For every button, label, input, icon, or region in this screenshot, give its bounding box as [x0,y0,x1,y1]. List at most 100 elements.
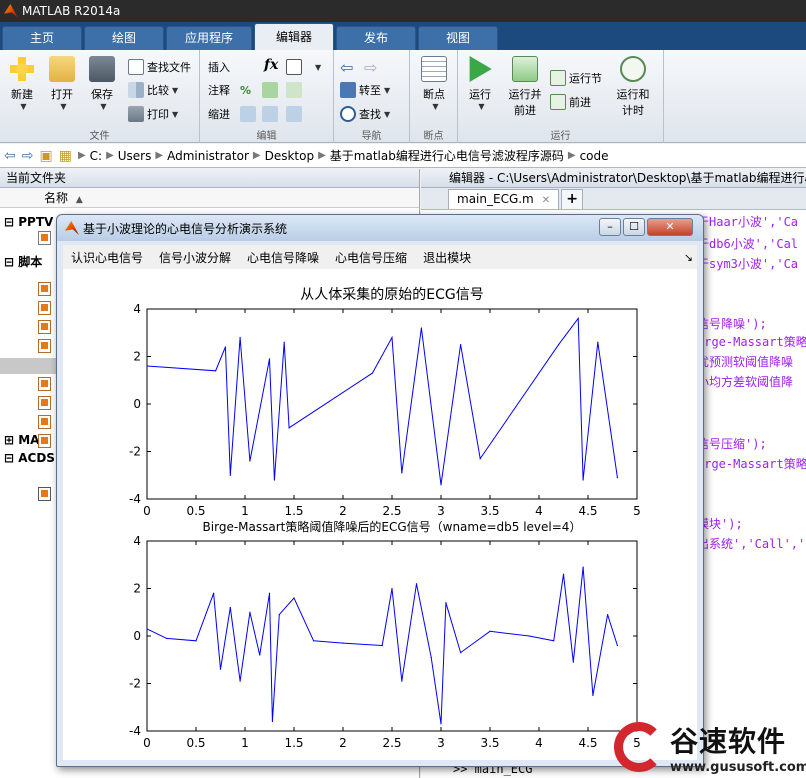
ecg-data-point [582,479,584,481]
run-button[interactable]: 运行 ▼ [460,56,500,111]
maximize-icon[interactable]: ☐ [623,218,645,236]
m-file-icon[interactable] [38,396,51,410]
save-button[interactable]: 保存 ▼ [82,56,122,111]
code-line[interactable]: 于sym3小波','Ca [697,255,798,272]
x-tick-label: 2 [339,504,347,518]
advance-button[interactable]: 前进 [550,92,591,112]
tab-editor[interactable]: 编辑器 [254,23,335,50]
back-arrow-icon[interactable]: ⇦ [4,148,16,164]
comment-button[interactable]: 注释 [208,80,230,100]
increase-indent-button[interactable] [286,104,305,124]
new-tab-plus-icon[interactable]: + [561,189,584,209]
tab-view[interactable]: 视图 [418,26,499,50]
ribbon-group-navigate: ⇦ ⇨ 转至 ▼ 查找 ▼ 导航 [334,50,410,143]
menu-denoise[interactable]: 心电信号降噪 [239,249,327,266]
breadcrumb-administrator[interactable]: Administrator [167,149,249,163]
group-label-run: 运行 [550,131,571,142]
x-tick-label: 1.5 [284,736,303,750]
m-file-icon[interactable] [38,434,51,448]
close-tab-icon[interactable]: ✕ [542,195,550,206]
tab-apps[interactable]: 应用程序 [166,26,253,50]
ribbon-group-edit: 插入 fx ▼ 注释 % 缩进 编辑 [200,50,334,143]
breakpoints-button[interactable]: 断点 ▼ [414,56,454,111]
print-button[interactable]: 打印 ▼ [128,104,178,124]
ecg-data-point [558,344,560,346]
toolbar-expand-icon[interactable]: ↘ [684,251,693,264]
menu-wavelet-decomp[interactable]: 信号小波分解 [151,249,239,266]
run-and-time-button[interactable]: 运行和 计时 [610,56,656,118]
comment-percent-button[interactable]: % [240,80,251,100]
up-folder-icon[interactable]: ▣ [39,148,52,164]
code-line[interactable]: 出系统','Call',' [697,535,805,552]
y-tick-label: 0 [133,397,141,411]
code-line[interactable]: 信号降噪'); [697,315,767,332]
indent-label: 缩进 [208,108,230,121]
menu-exit[interactable]: 退出模块 [415,249,479,266]
find-files-button[interactable]: 查找文件 [128,57,191,77]
y-tick-label: -2 [129,677,141,691]
function-icon [286,59,302,75]
fx-button[interactable]: fx [264,55,278,75]
run-advance-button[interactable]: 运行并 前进 [502,56,548,118]
open-button[interactable]: 打开 ▼ [42,56,82,111]
insert-function-button[interactable] [286,57,305,77]
compare-button[interactable]: 比较 ▼ [128,80,178,100]
code-line[interactable]: 小均方差软阈值降 [697,373,793,390]
run-section-button[interactable]: 运行节 [550,68,602,88]
uncomment-button[interactable] [286,80,305,100]
forward-nav-button[interactable]: ⇨ [364,57,377,77]
ecg-data-point [391,336,393,339]
png-file-icon[interactable] [38,487,51,501]
close-window-icon[interactable]: ✕ [647,218,693,236]
tab-publish[interactable]: 发布 [336,26,417,50]
wrap-icon [262,82,278,98]
forward-arrow-icon[interactable]: ⇨ [22,148,34,164]
code-line[interactable]: 信号压缩'); [697,435,767,452]
ecg-data-point [166,637,168,639]
breadcrumb-drive[interactable]: C: [90,149,102,163]
tab-plots[interactable]: 绘图 [84,26,164,50]
tab-home[interactable]: 主页 [2,26,82,50]
menu-compress[interactable]: 心电信号压缩 [327,249,415,266]
goto-button[interactable]: 转至 ▼ [340,80,390,100]
m-file-icon[interactable] [38,320,51,334]
breadcrumb-project[interactable]: 基于matlab编程进行心电信号滤波程序源码 [330,147,564,164]
goto-label: 转至 [359,84,381,97]
menu-ecg-intro[interactable]: 认识心电信号 [63,249,151,266]
code-line[interactable]: 于db6小波','Cal [697,235,798,252]
minimize-icon[interactable]: – [599,218,621,236]
code-line[interactable]: irge-Massart策略 [697,333,806,350]
code-line[interactable]: 于Haar小波','Ca [697,213,798,230]
comment-wrap-button[interactable] [262,80,281,100]
name-column-header[interactable]: 名称 ▲ [0,188,419,208]
m-file-icon[interactable] [38,415,51,429]
code-line[interactable]: 优预测软阈值降噪 [697,353,793,370]
insert-menu-caret[interactable]: ▼ [312,57,321,77]
breadcrumb-users[interactable]: Users [118,149,152,163]
caret-icon: ▼ [432,102,439,111]
run-section-label: 运行节 [569,72,602,85]
tree-node-pptv[interactable]: ⊟ PPTV [4,213,55,231]
address-bar[interactable]: ⇦ ⇨ ▣ ▦ ▶ C: ▶ Users ▶ Administrator ▶ Desk… [0,144,806,168]
tree-node-acds[interactable]: ⊟ ACDS [4,449,55,467]
editor-tab-main-ecg[interactable]: main_ECG.m ✕ [448,189,560,209]
find-button[interactable]: 查找 ▼ [340,104,390,124]
insert-button[interactable]: 插入 [208,57,230,77]
m-file-icon[interactable] [38,282,51,296]
smart-indent-button[interactable] [240,104,259,124]
indent-button[interactable]: 缩进 [208,104,230,124]
code-line[interactable]: irge-Massart策略 [697,455,806,472]
breadcrumb-code[interactable]: code [580,149,609,163]
browse-folder-icon[interactable]: ▦ [59,148,72,164]
find-files-icon [128,59,144,75]
file-icon[interactable] [38,231,51,245]
decrease-indent-button[interactable] [262,104,281,124]
new-button[interactable]: 新建 ▼ [2,56,42,111]
m-file-icon[interactable] [38,377,51,391]
back-nav-button[interactable]: ⇦ [340,57,353,77]
x-tick-label: 3.5 [480,736,499,750]
m-file-icon[interactable] [38,301,51,315]
tree-node-scripts[interactable]: ⊟ 脚本 [4,253,55,271]
breadcrumb-desktop[interactable]: Desktop [265,149,315,163]
m-file-icon[interactable] [38,339,51,353]
